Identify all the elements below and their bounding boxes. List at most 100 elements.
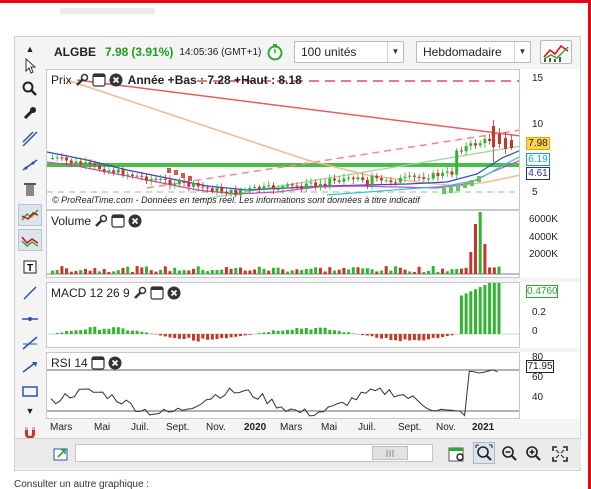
- candle: [304, 178, 308, 193]
- candle: [464, 142, 468, 155]
- volume-bar: [427, 270, 430, 274]
- channel-tool[interactable]: [18, 229, 42, 251]
- chevron-down-icon: ▼: [25, 406, 35, 416]
- date-tick: Sept.: [166, 422, 190, 433]
- volume-bar: [88, 270, 92, 274]
- line-chart-icon: [21, 209, 39, 221]
- rsi-value-tag: 71.95: [526, 360, 554, 373]
- macd-bar: [116, 327, 120, 334]
- macd-panel[interactable]: MACD 12 26 9: [46, 282, 520, 348]
- zoom-out-icon[interactable]: [501, 445, 519, 463]
- macd-bar: [60, 332, 64, 334]
- wrench-icon[interactable]: [133, 286, 147, 300]
- macd-bar: [398, 334, 402, 342]
- volume-bar: [83, 268, 87, 274]
- compare-chart-button[interactable]: [540, 40, 572, 64]
- time-scrollbar[interactable]: [75, 444, 433, 462]
- volume-bar: [295, 269, 299, 274]
- macd-bar: [177, 334, 181, 339]
- trash-icon: [24, 183, 36, 196]
- arrow-tool[interactable]: [18, 356, 42, 378]
- ma-tag-blue: 4.61: [526, 167, 550, 180]
- volume-bar: [290, 270, 294, 274]
- volume-bar: [389, 270, 393, 274]
- volume-bar: [234, 267, 238, 274]
- macd-bar: [478, 287, 482, 334]
- close-icon[interactable]: [167, 286, 181, 300]
- candle: [60, 152, 64, 162]
- rsi-panel[interactable]: RSI 14: [46, 352, 520, 419]
- volume-bar: [163, 266, 167, 274]
- date-tick: Juil.: [358, 422, 376, 433]
- volume-bar: [206, 271, 210, 274]
- macd-bar: [450, 334, 454, 336]
- volume-bar: [98, 271, 101, 274]
- price-panel[interactable]: © ProRealTime.com - Données en temps rée…: [46, 69, 520, 210]
- last-price: 7.98: [105, 45, 129, 59]
- line-tool[interactable]: [18, 282, 42, 304]
- candle: [168, 175, 172, 190]
- volume-bar: [488, 267, 492, 274]
- ray-tool[interactable]: [18, 154, 42, 176]
- macd-bar: [431, 334, 435, 338]
- stopwatch-icon[interactable]: [266, 43, 284, 61]
- macd-bar: [168, 334, 172, 338]
- candle: [450, 167, 454, 178]
- macd-bar: [126, 330, 130, 334]
- window-icon[interactable]: [150, 286, 164, 300]
- segment-line-icon: [23, 286, 37, 300]
- close-icon[interactable]: [128, 214, 142, 228]
- window-icon[interactable]: [91, 356, 105, 370]
- trendline-tool[interactable]: [18, 128, 42, 150]
- other-chart-link[interactable]: Consulter un autre graphique :: [14, 479, 149, 489]
- candle: [159, 174, 163, 182]
- volume-bar: [384, 266, 388, 274]
- indicator-tool[interactable]: [18, 204, 42, 226]
- candle: [182, 177, 186, 187]
- price-tick: 10: [532, 119, 544, 130]
- text-tool[interactable]: T: [18, 256, 42, 278]
- macd-bar: [271, 330, 275, 334]
- horizontal-line-tool[interactable]: [18, 308, 42, 330]
- rectangle-tool[interactable]: [18, 380, 42, 402]
- volume-bar: [121, 267, 125, 274]
- zoom-fit-button[interactable]: [473, 442, 495, 464]
- close-icon[interactable]: [109, 73, 123, 87]
- volume-bar: [394, 266, 398, 274]
- date-tick: 2021: [472, 422, 495, 433]
- wrench-icon[interactable]: [75, 73, 89, 87]
- volume-bar: [253, 269, 257, 274]
- wrench-icon: [23, 107, 36, 120]
- horizontal-line-icon: [22, 317, 38, 321]
- quantity-select[interactable]: 100 unités ▼: [294, 41, 404, 63]
- rsi-panel-title: RSI 14: [51, 356, 122, 370]
- delete-tool[interactable]: [18, 178, 42, 200]
- close-icon[interactable]: [108, 356, 122, 370]
- zoom-tool[interactable]: [18, 78, 42, 100]
- window-icon[interactable]: [111, 214, 125, 228]
- macd-tick: 0.2: [532, 307, 546, 318]
- fibonacci-tool[interactable]: [18, 332, 42, 354]
- volume-bar: [403, 269, 407, 274]
- settings-tool[interactable]: [18, 102, 42, 124]
- macd-bar: [257, 333, 261, 334]
- macd-bar: [173, 334, 177, 339]
- pointer-tool[interactable]: [18, 55, 42, 77]
- zoom-in-icon[interactable]: [525, 445, 543, 463]
- macd-bar: [196, 334, 200, 342]
- window-icon[interactable]: [92, 73, 106, 87]
- scroll-toolbar-button[interactable]: ▼: [18, 400, 42, 422]
- zoom-calendar-icon[interactable]: [447, 444, 467, 464]
- period-select[interactable]: Hebdomadaire ▼: [416, 41, 531, 63]
- scrollbar-thumb[interactable]: [372, 446, 408, 460]
- volume-bar: [126, 266, 130, 274]
- wrench-icon[interactable]: [94, 214, 108, 228]
- channel-icon: [21, 236, 39, 247]
- export-icon[interactable]: [52, 445, 70, 463]
- volume-panel[interactable]: Volume: [46, 210, 520, 278]
- volume-bar: [412, 271, 416, 274]
- macd-bar: [290, 329, 294, 334]
- volume-bar: [267, 270, 271, 274]
- fullscreen-icon[interactable]: [551, 445, 569, 463]
- price-panel-title: Prix Année +Bas : 7.28 +Haut : 8.18: [51, 73, 302, 87]
